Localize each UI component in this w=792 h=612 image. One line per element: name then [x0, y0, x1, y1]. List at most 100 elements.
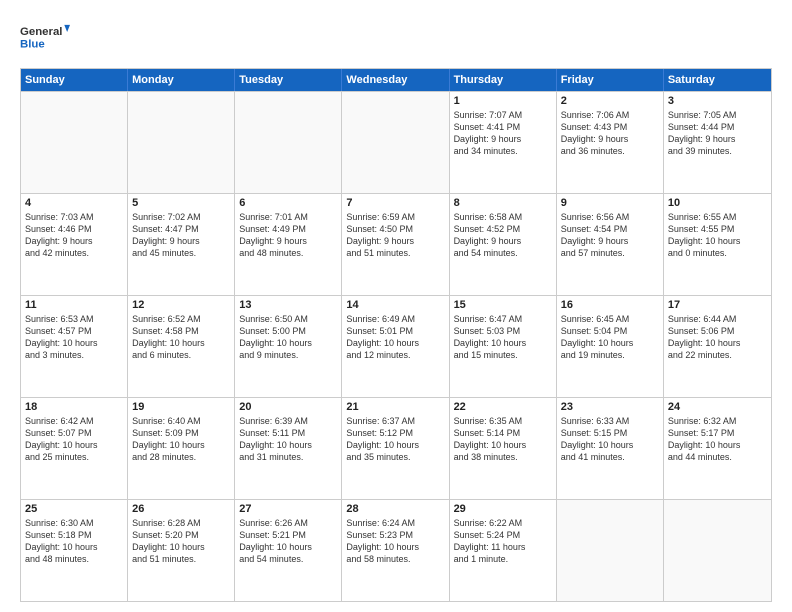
header-day-monday: Monday: [128, 69, 235, 91]
day-cell-23: 23 Sunrise: 6:33 AM Sunset: 5:15 PM Dayli…: [557, 398, 664, 499]
day-cell-22: 22 Sunrise: 6:35 AM Sunset: 5:14 PM Dayli…: [450, 398, 557, 499]
day-cell-1: 1 Sunrise: 7:07 AM Sunset: 4:41 PM Daylig…: [450, 92, 557, 193]
day-cell-20: 20 Sunrise: 6:39 AM Sunset: 5:11 PM Dayli…: [235, 398, 342, 499]
day-number: 12: [132, 299, 230, 311]
day-cell-11: 11Sunrise: 6:53 AM Sunset: 4:57 PM Dayli…: [21, 296, 128, 397]
day-number: 10: [668, 197, 767, 209]
day-cell-18: 18Sunrise: 6:42 AM Sunset: 5:07 PM Dayli…: [21, 398, 128, 499]
day-cell-4: 4 Sunrise: 7:03 AM Sunset: 4:46 PM Daylig…: [21, 194, 128, 295]
empty-cell: [342, 92, 449, 193]
empty-cell: [21, 92, 128, 193]
header-day-sunday: Sunday: [21, 69, 128, 91]
day-number: 26: [132, 503, 230, 515]
day-number: 22: [454, 401, 552, 413]
header-day-friday: Friday: [557, 69, 664, 91]
empty-cell: [235, 92, 342, 193]
day-number: 11: [25, 299, 123, 311]
calendar-row-5: 25 Sunrise: 6:30 AM Sunset: 5:18 PM Dayli…: [21, 499, 771, 601]
day-info: Sunrise: 6:50 AM Sunset: 5:00 PM Dayligh…: [239, 313, 337, 362]
header-day-tuesday: Tuesday: [235, 69, 342, 91]
day-number: 17: [668, 299, 767, 311]
day-info: Sunrise: 6:39 AM Sunset: 5:11 PM Dayligh…: [239, 415, 337, 464]
day-cell-6: 6 Sunrise: 7:01 AM Sunset: 4:49 PM Daylig…: [235, 194, 342, 295]
day-info: Sunrise: 6:30 AM Sunset: 5:18 PM Dayligh…: [25, 517, 123, 566]
day-cell-13: 13 Sunrise: 6:50 AM Sunset: 5:00 PM Dayli…: [235, 296, 342, 397]
logo: General Blue: [20, 16, 70, 58]
header-day-wednesday: Wednesday: [342, 69, 449, 91]
calendar: SundayMondayTuesdayWednesdayThursdayFrid…: [20, 68, 772, 602]
day-info: Sunrise: 7:01 AM Sunset: 4:49 PM Dayligh…: [239, 211, 337, 260]
day-cell-28: 28 Sunrise: 6:24 AM Sunset: 5:23 PM Dayli…: [342, 500, 449, 601]
day-number: 7: [346, 197, 444, 209]
calendar-row-3: 11Sunrise: 6:53 AM Sunset: 4:57 PM Dayli…: [21, 295, 771, 397]
header-day-thursday: Thursday: [450, 69, 557, 91]
day-info: Sunrise: 6:49 AM Sunset: 5:01 PM Dayligh…: [346, 313, 444, 362]
day-info: Sunrise: 6:42 AM Sunset: 5:07 PM Dayligh…: [25, 415, 123, 464]
day-cell-29: 29Sunrise: 6:22 AM Sunset: 5:24 PM Dayli…: [450, 500, 557, 601]
day-cell-25: 25 Sunrise: 6:30 AM Sunset: 5:18 PM Dayli…: [21, 500, 128, 601]
day-info: Sunrise: 7:06 AM Sunset: 4:43 PM Dayligh…: [561, 109, 659, 158]
day-number: 9: [561, 197, 659, 209]
day-info: Sunrise: 6:40 AM Sunset: 5:09 PM Dayligh…: [132, 415, 230, 464]
day-number: 6: [239, 197, 337, 209]
day-info: Sunrise: 7:03 AM Sunset: 4:46 PM Dayligh…: [25, 211, 123, 260]
day-number: 24: [668, 401, 767, 413]
day-info: Sunrise: 6:58 AM Sunset: 4:52 PM Dayligh…: [454, 211, 552, 260]
day-cell-7: 7Sunrise: 6:59 AM Sunset: 4:50 PM Daylig…: [342, 194, 449, 295]
day-cell-2: 2 Sunrise: 7:06 AM Sunset: 4:43 PM Daylig…: [557, 92, 664, 193]
day-cell-3: 3Sunrise: 7:05 AM Sunset: 4:44 PM Daylig…: [664, 92, 771, 193]
day-number: 28: [346, 503, 444, 515]
day-number: 5: [132, 197, 230, 209]
day-number: 13: [239, 299, 337, 311]
day-cell-9: 9 Sunrise: 6:56 AM Sunset: 4:54 PM Daylig…: [557, 194, 664, 295]
day-number: 27: [239, 503, 337, 515]
day-info: Sunrise: 6:26 AM Sunset: 5:21 PM Dayligh…: [239, 517, 337, 566]
day-info: Sunrise: 6:33 AM Sunset: 5:15 PM Dayligh…: [561, 415, 659, 464]
day-cell-17: 17 Sunrise: 6:44 AM Sunset: 5:06 PM Dayli…: [664, 296, 771, 397]
day-info: Sunrise: 6:45 AM Sunset: 5:04 PM Dayligh…: [561, 313, 659, 362]
day-cell-21: 21 Sunrise: 6:37 AM Sunset: 5:12 PM Dayli…: [342, 398, 449, 499]
calendar-row-1: 1 Sunrise: 7:07 AM Sunset: 4:41 PM Daylig…: [21, 91, 771, 193]
day-number: 20: [239, 401, 337, 413]
svg-text:General: General: [20, 26, 62, 38]
day-number: 19: [132, 401, 230, 413]
day-number: 2: [561, 95, 659, 107]
day-info: Sunrise: 6:28 AM Sunset: 5:20 PM Dayligh…: [132, 517, 230, 566]
day-info: Sunrise: 6:24 AM Sunset: 5:23 PM Dayligh…: [346, 517, 444, 566]
day-info: Sunrise: 6:32 AM Sunset: 5:17 PM Dayligh…: [668, 415, 767, 464]
day-cell-8: 8 Sunrise: 6:58 AM Sunset: 4:52 PM Daylig…: [450, 194, 557, 295]
day-info: Sunrise: 7:05 AM Sunset: 4:44 PM Dayligh…: [668, 109, 767, 158]
day-info: Sunrise: 6:55 AM Sunset: 4:55 PM Dayligh…: [668, 211, 767, 260]
day-info: Sunrise: 7:02 AM Sunset: 4:47 PM Dayligh…: [132, 211, 230, 260]
day-info: Sunrise: 6:56 AM Sunset: 4:54 PM Dayligh…: [561, 211, 659, 260]
day-number: 1: [454, 95, 552, 107]
day-number: 29: [454, 503, 552, 515]
day-info: Sunrise: 6:37 AM Sunset: 5:12 PM Dayligh…: [346, 415, 444, 464]
day-info: Sunrise: 6:44 AM Sunset: 5:06 PM Dayligh…: [668, 313, 767, 362]
calendar-body: 1 Sunrise: 7:07 AM Sunset: 4:41 PM Daylig…: [21, 91, 771, 601]
day-cell-19: 19 Sunrise: 6:40 AM Sunset: 5:09 PM Dayli…: [128, 398, 235, 499]
day-info: Sunrise: 6:47 AM Sunset: 5:03 PM Dayligh…: [454, 313, 552, 362]
day-cell-14: 14Sunrise: 6:49 AM Sunset: 5:01 PM Dayli…: [342, 296, 449, 397]
day-info: Sunrise: 6:35 AM Sunset: 5:14 PM Dayligh…: [454, 415, 552, 464]
day-number: 8: [454, 197, 552, 209]
day-number: 23: [561, 401, 659, 413]
day-info: Sunrise: 6:52 AM Sunset: 4:58 PM Dayligh…: [132, 313, 230, 362]
day-number: 16: [561, 299, 659, 311]
day-number: 25: [25, 503, 123, 515]
calendar-header: SundayMondayTuesdayWednesdayThursdayFrid…: [21, 69, 771, 91]
day-cell-5: 5 Sunrise: 7:02 AM Sunset: 4:47 PM Daylig…: [128, 194, 235, 295]
calendar-row-4: 18Sunrise: 6:42 AM Sunset: 5:07 PM Dayli…: [21, 397, 771, 499]
day-cell-15: 15 Sunrise: 6:47 AM Sunset: 5:03 PM Dayli…: [450, 296, 557, 397]
empty-cell: [557, 500, 664, 601]
empty-cell: [128, 92, 235, 193]
svg-text:Blue: Blue: [20, 39, 45, 51]
day-cell-16: 16 Sunrise: 6:45 AM Sunset: 5:04 PM Dayli…: [557, 296, 664, 397]
day-cell-24: 24 Sunrise: 6:32 AM Sunset: 5:17 PM Dayli…: [664, 398, 771, 499]
empty-cell: [664, 500, 771, 601]
header-day-saturday: Saturday: [664, 69, 771, 91]
day-number: 21: [346, 401, 444, 413]
day-info: Sunrise: 7:07 AM Sunset: 4:41 PM Dayligh…: [454, 109, 552, 158]
day-number: 15: [454, 299, 552, 311]
day-number: 4: [25, 197, 123, 209]
